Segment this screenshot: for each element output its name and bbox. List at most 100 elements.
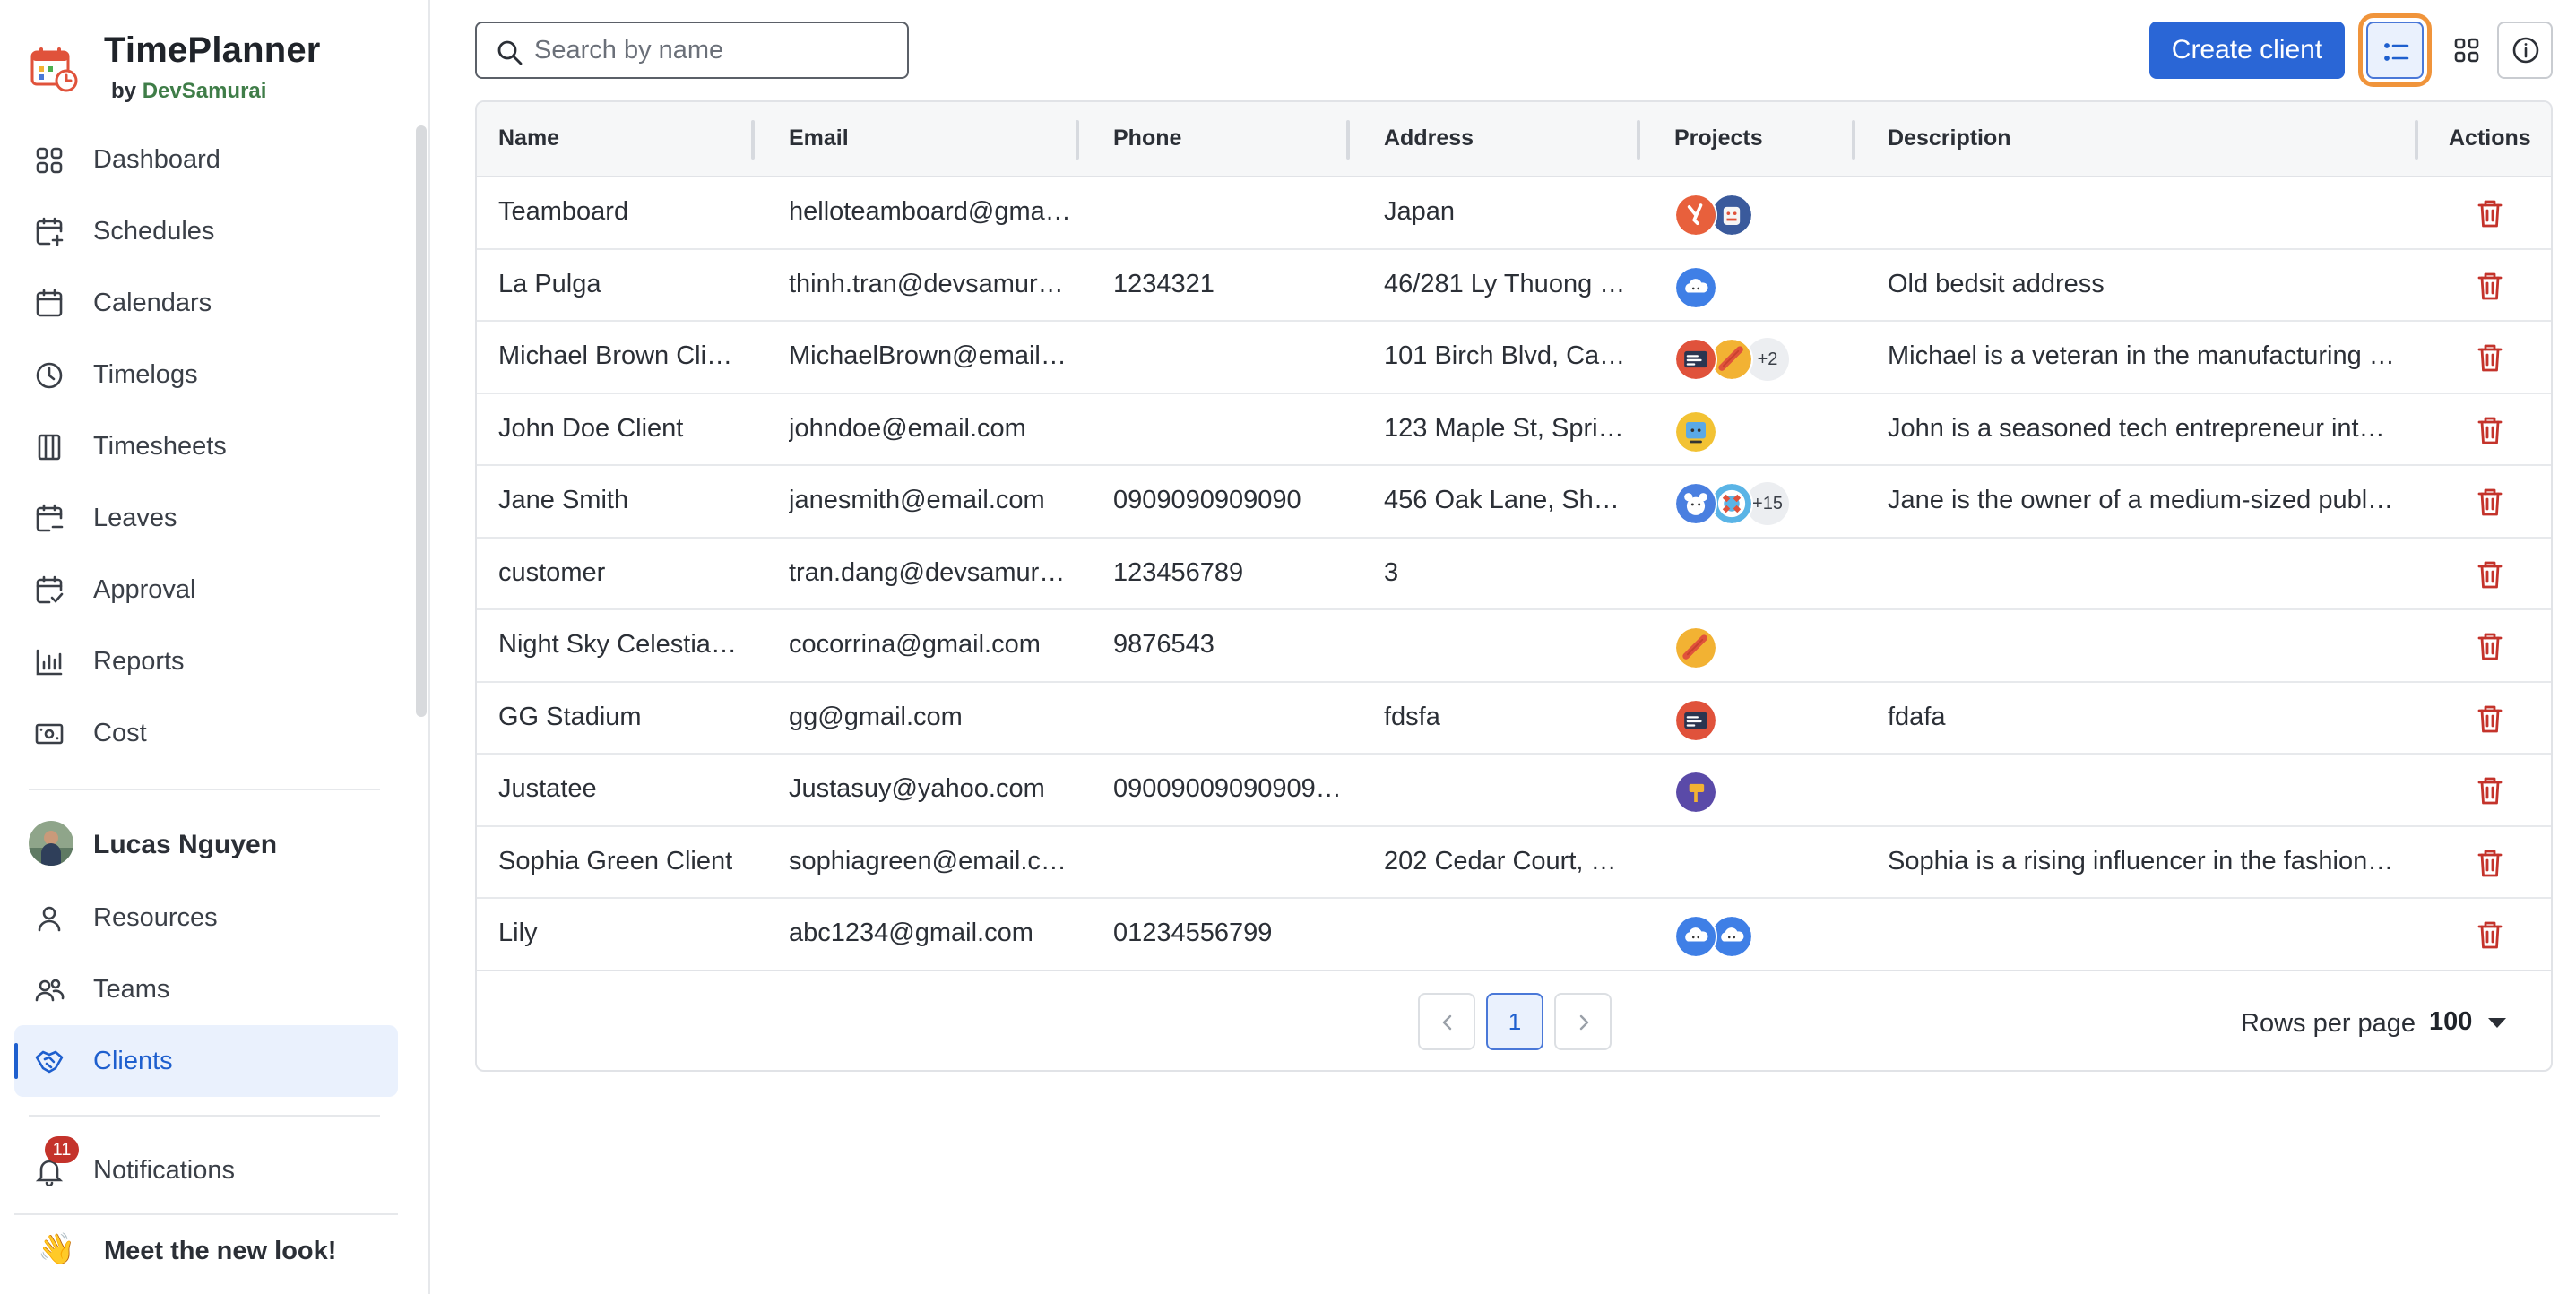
delete-client-button[interactable] xyxy=(2472,412,2508,448)
table-row[interactable]: Michael Brown Cli… MichaelBrown@email… 101… xyxy=(477,322,2551,394)
project-avatar-cloud-icon[interactable] xyxy=(1674,265,1717,309)
rows-per-page-select[interactable]: 100 xyxy=(2429,1007,2472,1037)
grid-icon xyxy=(2454,38,2479,63)
list-view-button[interactable] xyxy=(2358,13,2432,87)
search-input[interactable] xyxy=(534,32,893,68)
page-button-current[interactable]: 1 xyxy=(1486,993,1543,1050)
brand[interactable]: TimePlanner by DevSamurai xyxy=(29,27,405,116)
column-resize-handle[interactable] xyxy=(2415,120,2418,160)
project-avatar-painting-icon[interactable] xyxy=(1674,410,1717,453)
column-resize-handle[interactable] xyxy=(1637,120,1640,160)
delete-client-button[interactable] xyxy=(2472,628,2508,664)
column-header-projects[interactable]: Projects xyxy=(1674,125,1763,151)
table-row[interactable]: customer tran.dang@devsamur… 123456789 3 xyxy=(477,539,2551,610)
project-avatar-hotdog-icon[interactable] xyxy=(1674,626,1717,669)
table-header: Name Email Phone Address Projects Descri… xyxy=(477,102,2551,177)
client-name-cell: customer xyxy=(498,557,606,587)
delete-client-button[interactable] xyxy=(2472,701,2508,737)
trash-icon xyxy=(2477,705,2503,732)
sidebar-item-label: Leaves xyxy=(93,504,177,532)
delete-client-button[interactable] xyxy=(2472,556,2508,592)
handshake-icon xyxy=(35,1050,64,1074)
trash-icon xyxy=(2477,633,2503,660)
delete-client-button[interactable] xyxy=(2472,845,2508,881)
sidebar-item-resources[interactable]: Resources xyxy=(14,882,398,953)
bar-chart-icon xyxy=(36,649,63,676)
project-avatars xyxy=(1674,838,1871,888)
sidebar-item-teams[interactable]: Teams xyxy=(14,953,398,1025)
client-phone-cell: 123456789 xyxy=(1113,557,1244,587)
sidebar-item-reports[interactable]: Reports xyxy=(14,625,398,697)
column-resize-handle[interactable] xyxy=(1852,120,1855,160)
project-avatars xyxy=(1674,621,1871,671)
sidebar-item-dashboard[interactable]: Dashboard xyxy=(14,124,398,195)
client-address-cell: 202 Cedar Court, … xyxy=(1384,846,1617,876)
sidebar-item-calendars[interactable]: Calendars xyxy=(14,267,398,339)
project-avatar-sign-icon[interactable] xyxy=(1674,771,1717,814)
client-description-cell: fdafa xyxy=(1888,702,1946,731)
client-address-cell: 101 Birch Blvd, Ca… xyxy=(1384,341,1626,370)
client-email-cell: helloteamboard@gma… xyxy=(789,197,1071,226)
project-avatar-terminal-icon[interactable] xyxy=(1674,338,1717,381)
caret-down-icon[interactable] xyxy=(2488,1018,2506,1028)
grid-view-button[interactable] xyxy=(2438,22,2495,79)
client-email-cell: gg@gmail.com xyxy=(789,702,963,731)
project-avatar-cloud-icon[interactable] xyxy=(1674,915,1717,958)
table-row[interactable]: Jane Smith janesmith@email.com 09090909090… xyxy=(477,466,2551,539)
table-row[interactable]: Night Sky Celestial… cocorrina@gmail.com 9… xyxy=(477,610,2551,683)
table-row[interactable]: Lily abc1234@gmail.com 01234556799 xyxy=(477,899,2551,971)
meet-new-look-banner[interactable]: 👋 Meet the new look! xyxy=(14,1217,409,1294)
trash-icon xyxy=(2477,561,2503,588)
sidebar-scrollbar[interactable] xyxy=(416,125,427,717)
rows-per-page-label: Rows per page xyxy=(2241,1009,2416,1038)
project-avatar-terminal-icon[interactable] xyxy=(1674,698,1717,742)
table-row[interactable]: John Doe Client johndoe@email.com 123 Mapl… xyxy=(477,394,2551,466)
create-client-button[interactable]: Create client xyxy=(2149,22,2345,79)
table-row[interactable]: GG Stadium gg@gmail.com fdsfa fdafa xyxy=(477,683,2551,755)
sidebar-item-cost[interactable]: Cost xyxy=(14,697,398,769)
info-icon xyxy=(2512,37,2539,64)
people-icon xyxy=(35,979,65,1002)
column-header-description[interactable]: Description xyxy=(1888,125,2011,151)
client-email-cell: Justasuy@yahoo.com xyxy=(789,774,1045,803)
column-header-phone[interactable]: Phone xyxy=(1113,125,1181,151)
column-header-address[interactable]: Address xyxy=(1384,125,1474,151)
delete-client-button[interactable] xyxy=(2472,340,2508,375)
sidebar-item-approval[interactable]: Approval xyxy=(14,554,398,625)
table-footer: 1 Rows per page 100 xyxy=(477,970,2551,1070)
previous-page-button[interactable] xyxy=(1418,993,1475,1050)
delete-client-button[interactable] xyxy=(2472,772,2508,808)
sidebar-item-timesheets[interactable]: Timesheets xyxy=(14,410,398,482)
delete-client-button[interactable] xyxy=(2472,268,2508,304)
list-icon xyxy=(2384,43,2409,61)
sidebar-item-clients[interactable]: Clients xyxy=(14,1025,398,1097)
delete-client-button[interactable] xyxy=(2472,484,2508,520)
sidebar-item-leaves[interactable]: Leaves xyxy=(14,482,398,554)
user-name: Lucas Nguyen xyxy=(93,830,278,859)
project-avatar-tools-icon[interactable] xyxy=(1674,194,1717,237)
project-avatar-bear-icon[interactable] xyxy=(1674,482,1717,525)
trash-icon xyxy=(2477,488,2503,516)
delete-client-button[interactable] xyxy=(2472,917,2508,953)
column-resize-handle[interactable] xyxy=(1346,120,1350,160)
sidebar-item-schedules[interactable]: Schedules xyxy=(14,195,398,267)
client-email-cell: abc1234@gmail.com xyxy=(789,919,1033,947)
sidebar-item-label: Calendars xyxy=(93,289,212,317)
user-profile[interactable]: Lucas Nguyen xyxy=(29,819,405,869)
table-row[interactable]: Justatee Justasuy@yahoo.com 09009009090909… xyxy=(477,755,2551,827)
next-page-button[interactable] xyxy=(1554,993,1612,1050)
delete-client-button[interactable] xyxy=(2472,195,2508,231)
column-header-name[interactable]: Name xyxy=(498,125,559,151)
column-resize-handle[interactable] xyxy=(1076,120,1079,160)
client-description-cell: Old bedsit address xyxy=(1888,269,2105,298)
column-header-email[interactable]: Email xyxy=(789,125,849,151)
sidebar-item-label: Notifications xyxy=(93,1156,235,1185)
info-button[interactable] xyxy=(2497,22,2553,79)
column-resize-handle[interactable] xyxy=(751,120,755,160)
table-row[interactable]: La Pulga thinh.tran@devsamur… 1234321 46/28… xyxy=(477,250,2551,322)
table-row[interactable]: Teamboard helloteamboard@gma… Japan xyxy=(477,177,2551,250)
clients-table: Name Email Phone Address Projects Descri… xyxy=(475,100,2553,1072)
table-row[interactable]: Sophia Green Client sophiagreen@email.c… 2… xyxy=(477,827,2551,899)
client-phone-cell: 9876543 xyxy=(1113,630,1215,659)
sidebar-item-timelogs[interactable]: Timelogs xyxy=(14,339,398,410)
